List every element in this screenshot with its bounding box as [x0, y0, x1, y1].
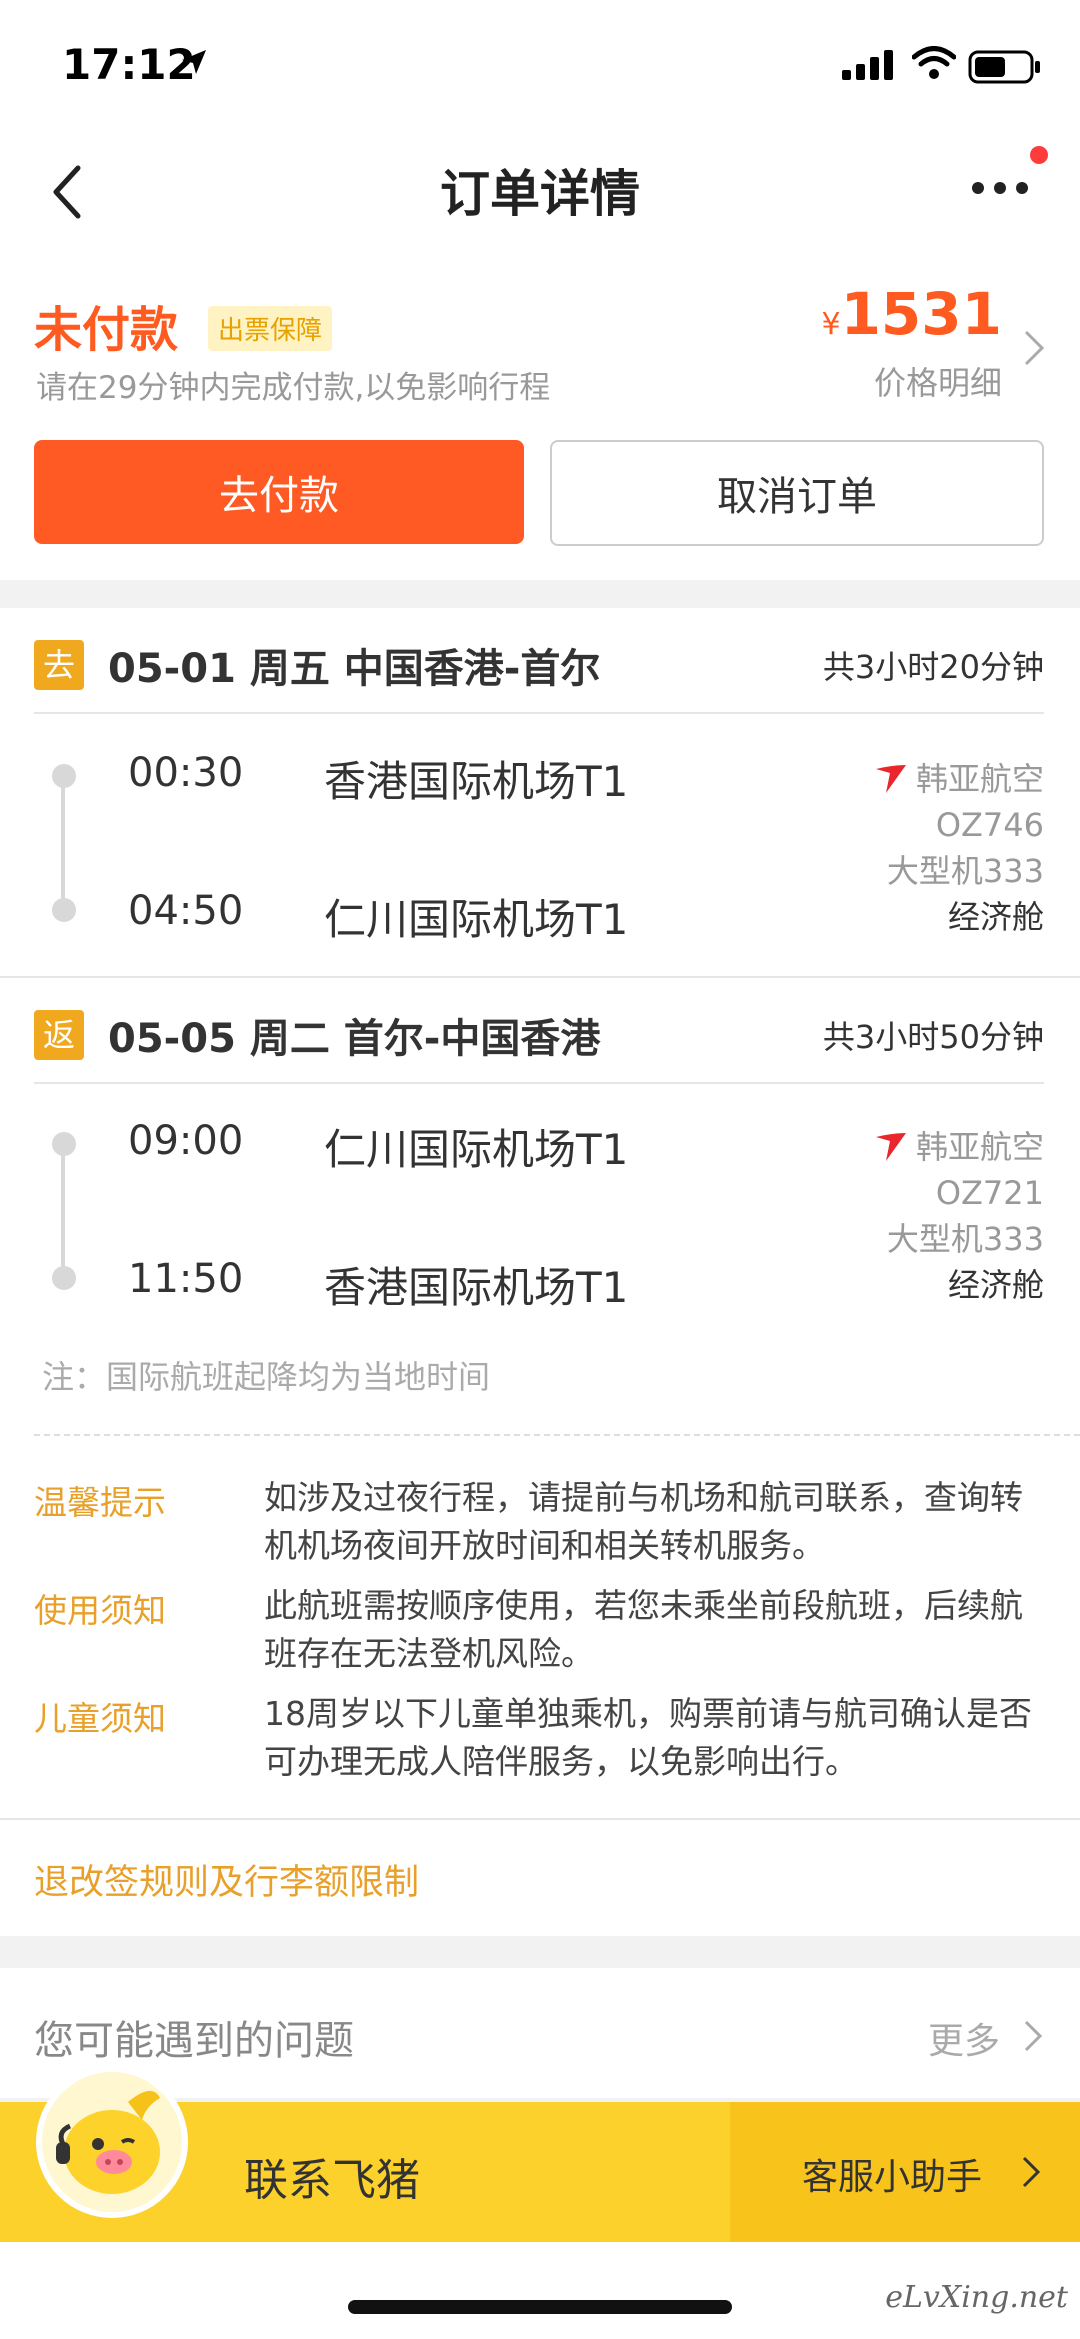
status-bar: 17:12 [0, 0, 1080, 130]
chevron-right-icon[interactable] [1022, 328, 1046, 368]
price-amount[interactable]: ¥1531 [821, 280, 1002, 348]
customer-service-assistant[interactable]: 客服小助手 [802, 2148, 982, 2200]
return-badge: 返 [34, 1010, 84, 1060]
divider [34, 1082, 1044, 1084]
navigation-bar: 订单详情 [0, 130, 1080, 250]
flight-number: OZ721 [935, 1174, 1044, 1212]
guarantee-badge: 出票保障 [208, 306, 333, 351]
depart-airport: 香港国际机场T1 [324, 757, 629, 806]
payment-status: 未付款 [34, 302, 179, 358]
timeline-line [61, 776, 65, 906]
tip-text-usage: 此航班需按顺序使用，若您未乘坐前段航班，后续航班存在无法登机风险。 [264, 1586, 1023, 1673]
return-segment-header: 返 05-05 周二 首尔-中国香港 共3小时50分钟 [0, 978, 1080, 1084]
status-time: 17:12 [62, 40, 196, 89]
cabin-class: 经济舱 [947, 898, 1044, 936]
price-detail-link[interactable]: 价格明细 [874, 358, 1002, 404]
timeline-line [61, 1144, 65, 1274]
wifi-icon [912, 46, 956, 79]
local-time-note: 注：国际航班起降均为当地时间 [42, 1358, 491, 1396]
more-options-icon[interactable] [970, 166, 1030, 206]
battery-icon [968, 50, 1040, 84]
location-arrow-icon [182, 50, 206, 74]
divider [0, 1818, 1080, 1820]
cabin-class: 经济舱 [947, 1266, 1044, 1304]
contact-fliggy-bar[interactable]: 联系飞猪 客服小助手 [0, 2066, 1080, 2242]
tip-label-children: 儿童须知 [34, 1699, 166, 1738]
payment-hint: 请在29分钟内完成付款,以免影响行程 [36, 370, 551, 406]
flight-details-card: 去 05-01 周五 中国香港-首尔 共3小时20分钟 00:30 香港国际机场… [0, 608, 1080, 1936]
return-duration: 共3小时50分钟 [822, 1018, 1044, 1056]
pig-mascot-icon [56, 2090, 160, 2194]
outbound-duration: 共3小时20分钟 [822, 648, 1044, 686]
airline-name: 韩亚航空 [915, 1128, 1044, 1166]
faq-title: 您可能遇到的问题 [34, 2018, 354, 2064]
return-title: 05-05 周二 首尔-中国香港 [108, 1016, 601, 1062]
dashed-divider [34, 1434, 1080, 1436]
contact-title: 联系飞猪 [244, 2155, 420, 2206]
tip-text-children: 18周岁以下儿童单独乘机，购票前请与航司确认是否可办理无成人陪伴服务，以免影响出… [264, 1694, 1032, 1781]
watermark: eLvXing.net [885, 2280, 1068, 2315]
tip-text-warm: 如涉及过夜行程，请提前与机场和航司联系，查询转机机场夜间开放时间和相关转机服务。 [264, 1478, 1023, 1565]
pay-button[interactable]: 去付款 [34, 440, 524, 544]
chevron-right-icon[interactable] [1022, 2018, 1044, 2054]
outbound-badge: 去 [34, 640, 84, 690]
arrive-dot [52, 898, 76, 922]
arrive-time: 11:50 [128, 1256, 244, 1302]
tip-label-warm: 温馨提示 [34, 1483, 166, 1522]
arrive-airport: 香港国际机场T1 [324, 1263, 629, 1312]
arrive-airport: 仁川国际机场T1 [324, 895, 629, 944]
cancel-order-button[interactable]: 取消订单 [550, 440, 1044, 546]
notification-dot [1030, 146, 1048, 164]
airline-name: 韩亚航空 [915, 760, 1044, 798]
payment-card: 未付款 出票保障 请在29分钟内完成付款,以免影响行程 ¥1531 价格明细 去… [0, 250, 1080, 580]
cellular-signal-icon [842, 50, 893, 80]
refund-baggage-rules-link[interactable]: 退改签规则及行李额限制 [34, 1854, 419, 1905]
arrive-dot [52, 1266, 76, 1290]
depart-time: 09:00 [128, 1118, 244, 1164]
depart-dot [52, 764, 76, 788]
tip-label-usage: 使用须知 [34, 1591, 166, 1630]
return-airline-info: 韩亚航空 OZ721 大型机333 经济舱 [872, 1124, 1044, 1308]
outbound-segment-header: 去 05-01 周五 中国香港-首尔 共3小时20分钟 [0, 608, 1080, 714]
depart-dot [52, 1132, 76, 1156]
page-title: 订单详情 [440, 165, 640, 223]
aircraft-type: 大型机333 [886, 1220, 1044, 1258]
aircraft-type: 大型机333 [886, 852, 1044, 890]
asiana-airlines-logo-icon [875, 1133, 906, 1161]
outbound-airline-info: 韩亚航空 OZ746 大型机333 经济舱 [872, 756, 1044, 940]
arrive-time: 04:50 [128, 888, 244, 934]
price-value: 1531 [840, 280, 1002, 348]
depart-airport: 仁川国际机场T1 [324, 1125, 629, 1174]
faq-more-link[interactable]: 更多 [928, 2012, 1000, 2064]
flight-number: OZ746 [935, 806, 1044, 844]
mascot-avatar [36, 2066, 188, 2218]
divider [34, 712, 1044, 714]
outbound-title: 05-01 周五 中国香港-首尔 [108, 646, 601, 692]
currency-symbol: ¥ [821, 307, 841, 342]
asiana-airlines-logo-icon [875, 765, 906, 793]
depart-time: 00:30 [128, 750, 244, 796]
home-indicator-area: eLvXing.net [0, 2242, 1080, 2339]
chevron-right-icon[interactable] [1020, 2154, 1042, 2190]
home-indicator[interactable] [348, 2300, 732, 2314]
